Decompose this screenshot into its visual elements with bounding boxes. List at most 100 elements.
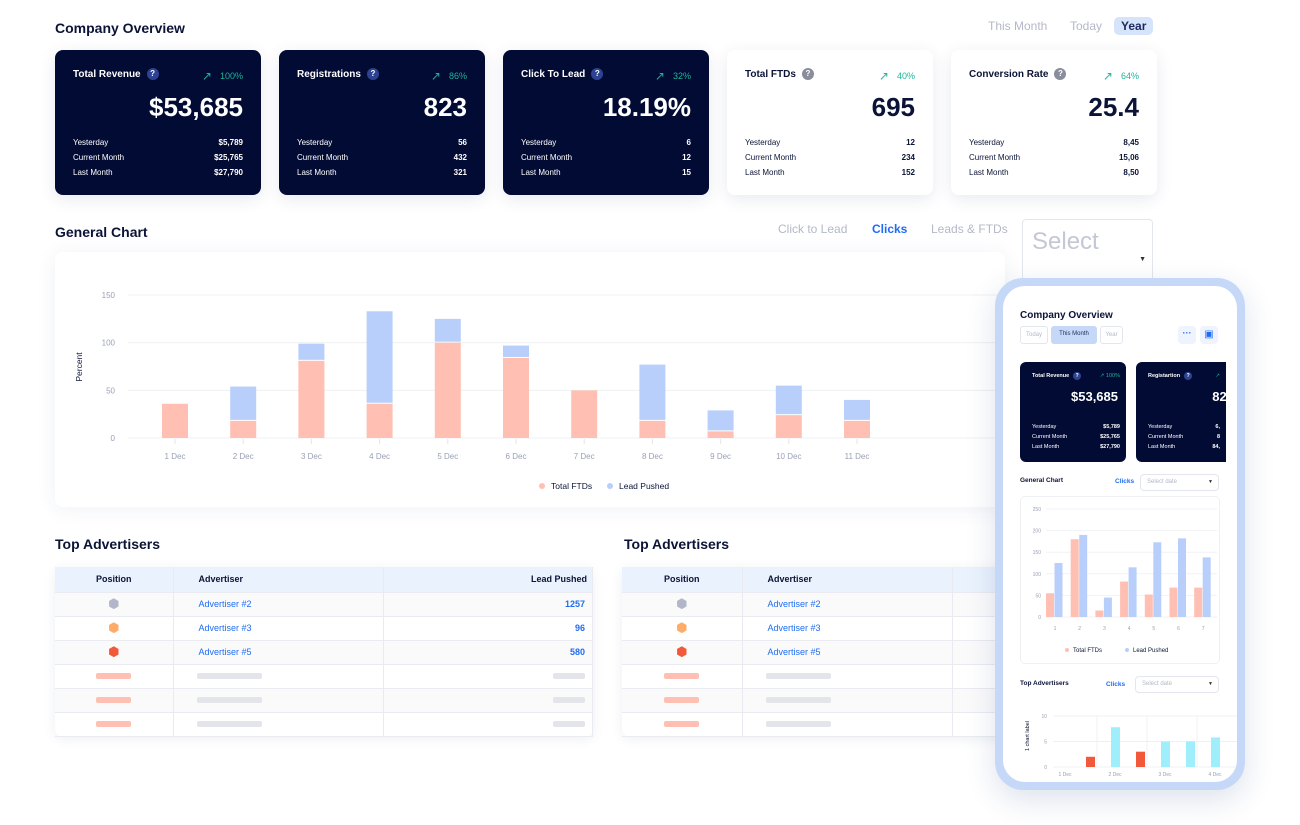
x-tick-label: 1 Dec [165,452,186,461]
y-tick-label: 10 [1041,714,1047,720]
bar-total-ftds[interactable] [1046,593,1054,617]
help-icon[interactable]: ? [591,68,604,80]
x-tick-label: 3 Dec [1158,772,1172,776]
mobile-range-tab[interactable]: Year [1100,326,1123,344]
card-row: Last Month 152 [745,168,915,183]
bar-total-ftds[interactable] [1095,610,1104,617]
help-icon[interactable]: ? [801,68,814,80]
tab-leads-ftds[interactable]: Leads & FTDs [931,222,1008,236]
mobile-range-tab[interactable]: Today [1020,326,1048,344]
mobile-tab-clicks[interactable]: Clicks [1115,478,1134,485]
bar-total-ftds[interactable] [162,403,188,438]
more-icon[interactable]: ··· [1178,326,1196,344]
bar-lead-pushed[interactable] [707,410,734,431]
bar-total-ftds[interactable] [844,420,870,438]
mobile-tab-clicks-2[interactable]: Clicks [1106,681,1125,688]
bar-total-ftds[interactable] [1144,594,1153,617]
card-title: Total Revenue [73,68,141,80]
bar-total-ftds[interactable] [298,360,325,438]
date-select-placeholder: Select [1032,228,1099,255]
bar-lead-pushed[interactable] [230,386,257,420]
table-row[interactable]: ⬢ Advertiser #3 [622,616,1022,641]
row-value: 6 [686,138,691,147]
skeleton-bar [96,673,132,679]
x-tick-label: 1 [1054,626,1057,632]
card-pct: 40% [896,71,915,81]
bar-lead-pushed[interactable] [503,345,529,357]
y-tick-label: 250 [1033,507,1042,513]
row-value: 8,50 [1123,168,1139,177]
x-tick-label: 7 [1202,626,1205,632]
bar-lead-pushed[interactable] [775,385,802,415]
bar[interactable] [1211,737,1220,767]
bar-lead-pushed[interactable] [1103,597,1112,617]
bar-total-ftds[interactable] [707,431,734,438]
help-icon[interactable]: ? [1054,68,1067,80]
bar[interactable] [1086,756,1095,767]
range-this-month[interactable]: This Month [981,17,1054,35]
bar-lead-pushed[interactable] [1079,534,1088,617]
row-value: 8 [1216,434,1220,440]
range-year[interactable]: Year [1114,17,1154,35]
table-row-placeholder [622,712,1022,737]
bar-total-ftds[interactable] [775,415,802,438]
bar-total-ftds[interactable] [1169,587,1178,617]
tab-clicks[interactable]: Clicks [872,222,907,236]
card-row: Current Month $25,765 [1032,434,1120,444]
advertiser-link[interactable]: Advertiser #3 [199,623,252,633]
table-row[interactable]: ⬢ Advertiser #5 580 [55,640,593,665]
bar-total-ftds[interactable] [434,342,461,438]
bar-total-ftds[interactable] [1120,581,1129,617]
bar-total-ftds[interactable] [503,357,529,438]
help-icon[interactable]: ? [1184,372,1193,380]
bar-total-ftds[interactable] [639,420,666,438]
advertiser-link[interactable]: Advertiser #2 [768,599,821,609]
mobile-range-tab[interactable]: This Month [1051,326,1097,344]
table-row-placeholder [622,688,1022,713]
card-row: Yesterday $5,789 [1032,424,1120,434]
help-icon[interactable]: ? [146,68,159,80]
bar-lead-pushed[interactable] [639,364,666,420]
bar-lead-pushed[interactable] [298,343,325,360]
bar-total-ftds[interactable] [1194,587,1203,617]
mobile-date-select-2[interactable]: Select date ▼ [1135,676,1219,693]
table-row[interactable]: ⬢ Advertiser #2 1257 [55,592,593,617]
bar-lead-pushed[interactable] [1202,557,1211,617]
bar[interactable] [1186,741,1195,768]
table-row[interactable]: ⬢ Advertiser #3 96 [55,616,593,641]
bar-lead-pushed[interactable] [844,399,870,420]
calendar-icon[interactable]: ▣ [1200,326,1218,344]
table-row[interactable]: ⬢ Advertiser #2 [622,592,1022,617]
skeleton-bar [664,721,700,727]
advertiser-link[interactable]: Advertiser #5 [768,647,821,657]
advertiser-link[interactable]: Advertiser #2 [199,599,252,609]
row-label: Yesterday [297,138,333,147]
help-icon[interactable]: ? [366,68,379,80]
bar-lead-pushed[interactable] [1178,538,1186,617]
x-tick-label: 3 Dec [301,452,322,461]
legend-label: Total FTDs [551,481,592,491]
advertiser-link[interactable]: Advertiser #5 [199,647,252,657]
table-row[interactable]: ⬢ Advertiser #5 [622,640,1022,665]
bar-lead-pushed[interactable] [1153,542,1162,617]
bar[interactable] [1161,741,1170,768]
advertiser-link[interactable]: Advertiser #3 [768,623,821,633]
tab-click-to-lead[interactable]: Click to Lead [778,222,847,236]
trend-up-icon: ↗ [201,69,212,83]
bar-total-ftds[interactable] [1070,539,1079,617]
bar[interactable] [1136,751,1145,767]
bar[interactable] [1111,727,1120,767]
bar-lead-pushed[interactable] [434,318,461,342]
mobile-date-select[interactable]: Select date ▼ [1140,474,1219,491]
page-title: Company Overview [55,20,185,36]
range-today[interactable]: Today [1063,17,1109,35]
help-icon[interactable]: ? [1073,372,1082,380]
bar-total-ftds[interactable] [571,390,598,438]
bar-lead-pushed[interactable] [1128,567,1137,617]
bar-total-ftds[interactable] [230,420,257,438]
bar-total-ftds[interactable] [366,403,393,438]
table-row-placeholder [622,664,1022,689]
bar-lead-pushed[interactable] [1054,563,1063,617]
stat-card: Registrations? ↗ 86% 823 Yesterday 56 Curre… [279,50,485,195]
bar-lead-pushed[interactable] [366,311,393,403]
